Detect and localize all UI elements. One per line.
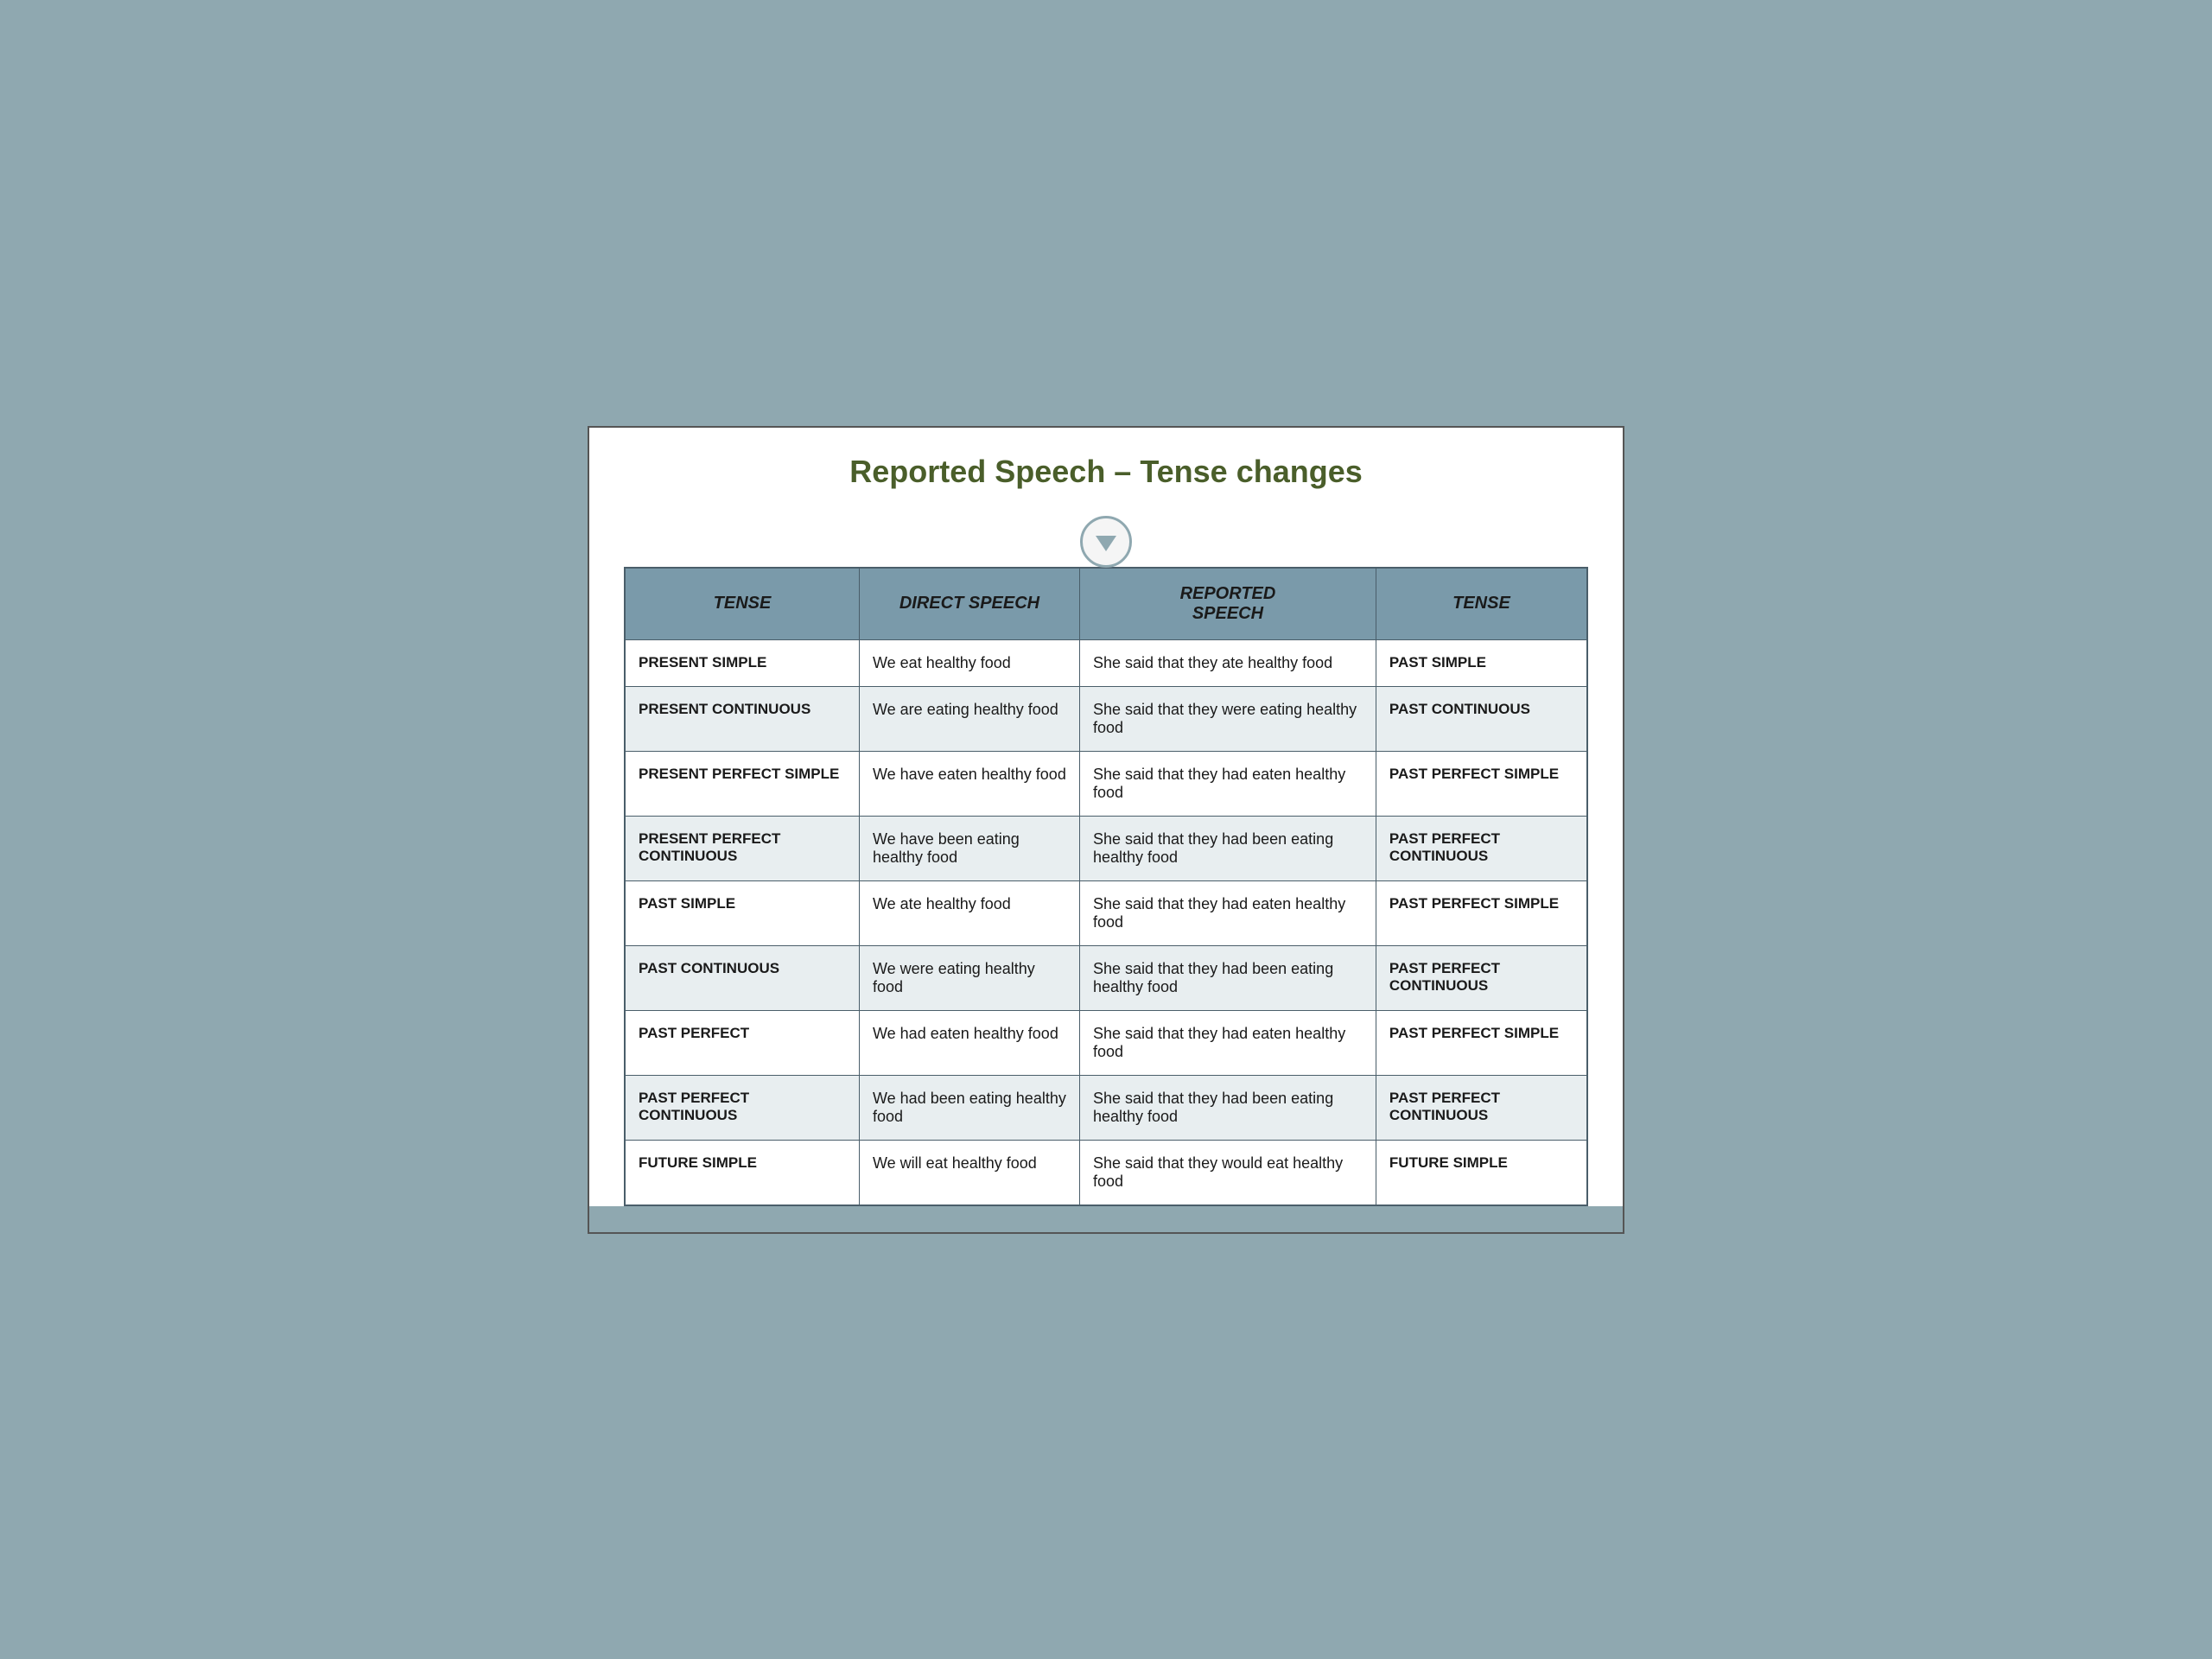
cell-result-tense: PAST PERFECT SIMPLE [1376,880,1587,945]
cell-tense: PAST SIMPLE [625,880,860,945]
page-title: Reported Speech – Tense changes [624,454,1588,490]
cell-tense: PRESENT SIMPLE [625,639,860,686]
cell-result-tense: PAST PERFECT CONTINUOUS [1376,816,1587,880]
col-header-result-tense: TENSE [1376,568,1587,640]
cell-direct: We had eaten healthy food [860,1010,1080,1075]
col-header-direct: DIRECT SPEECH [860,568,1080,640]
table-row: PAST SIMPLEWe ate healthy foodShe said t… [625,880,1587,945]
table-header-row: TENSE DIRECT SPEECH REPORTEDSPEECH TENSE [625,568,1587,640]
cell-tense: PRESENT CONTINUOUS [625,686,860,751]
arrow-container [624,516,1588,568]
cell-result-tense: PAST PERFECT SIMPLE [1376,1010,1587,1075]
col-header-reported: REPORTEDSPEECH [1079,568,1376,640]
cell-result-tense: PAST SIMPLE [1376,639,1587,686]
cell-direct: We were eating healthy food [860,945,1080,1010]
table-row: PRESENT CONTINUOUSWe are eating healthy … [625,686,1587,751]
table-row: PAST PERFECTWe had eaten healthy foodShe… [625,1010,1587,1075]
table-row: PRESENT PERFECT CONTINUOUSWe have been e… [625,816,1587,880]
cell-reported: She said that they had eaten healthy foo… [1079,880,1376,945]
cell-direct: We have been eating healthy food [860,816,1080,880]
cell-reported: She said that they would eat healthy foo… [1079,1140,1376,1205]
cell-result-tense: PAST PERFECT CONTINUOUS [1376,945,1587,1010]
cell-tense: PRESENT PERFECT CONTINUOUS [625,816,860,880]
cell-tense: PAST PERFECT CONTINUOUS [625,1075,860,1140]
cell-reported: She said that they had been eating healt… [1079,816,1376,880]
slide-container: Reported Speech – Tense changes TENSE DI… [588,426,1624,1234]
tense-table: TENSE DIRECT SPEECH REPORTEDSPEECH TENSE… [624,567,1588,1206]
cell-tense: PRESENT PERFECT SIMPLE [625,751,860,816]
cell-reported: She said that they had eaten healthy foo… [1079,1010,1376,1075]
cell-direct: We eat healthy food [860,639,1080,686]
cell-tense: PAST PERFECT [625,1010,860,1075]
table-row: PAST CONTINUOUSWe were eating healthy fo… [625,945,1587,1010]
bottom-bar [589,1206,1623,1232]
cell-tense: PAST CONTINUOUS [625,945,860,1010]
cell-direct: We are eating healthy food [860,686,1080,751]
table-row: PAST PERFECT CONTINUOUSWe had been eatin… [625,1075,1587,1140]
cell-reported: She said that they had eaten healthy foo… [1079,751,1376,816]
cell-result-tense: PAST CONTINUOUS [1376,686,1587,751]
table-row: PRESENT PERFECT SIMPLEWe have eaten heal… [625,751,1587,816]
cell-reported: She said that they had been eating healt… [1079,945,1376,1010]
cell-result-tense: PAST PERFECT SIMPLE [1376,751,1587,816]
table-row: FUTURE SIMPLEWe will eat healthy foodShe… [625,1140,1587,1205]
arrow-icon [1080,516,1132,568]
col-header-tense: TENSE [625,568,860,640]
cell-reported: She said that they were eating healthy f… [1079,686,1376,751]
cell-direct: We have eaten healthy food [860,751,1080,816]
cell-tense: FUTURE SIMPLE [625,1140,860,1205]
cell-reported: She said that they ate healthy food [1079,639,1376,686]
cell-direct: We will eat healthy food [860,1140,1080,1205]
table-row: PRESENT SIMPLEWe eat healthy foodShe sai… [625,639,1587,686]
cell-direct: We had been eating healthy food [860,1075,1080,1140]
cell-result-tense: FUTURE SIMPLE [1376,1140,1587,1205]
cell-result-tense: PAST PERFECT CONTINUOUS [1376,1075,1587,1140]
cell-reported: She said that they had been eating healt… [1079,1075,1376,1140]
cell-direct: We ate healthy food [860,880,1080,945]
